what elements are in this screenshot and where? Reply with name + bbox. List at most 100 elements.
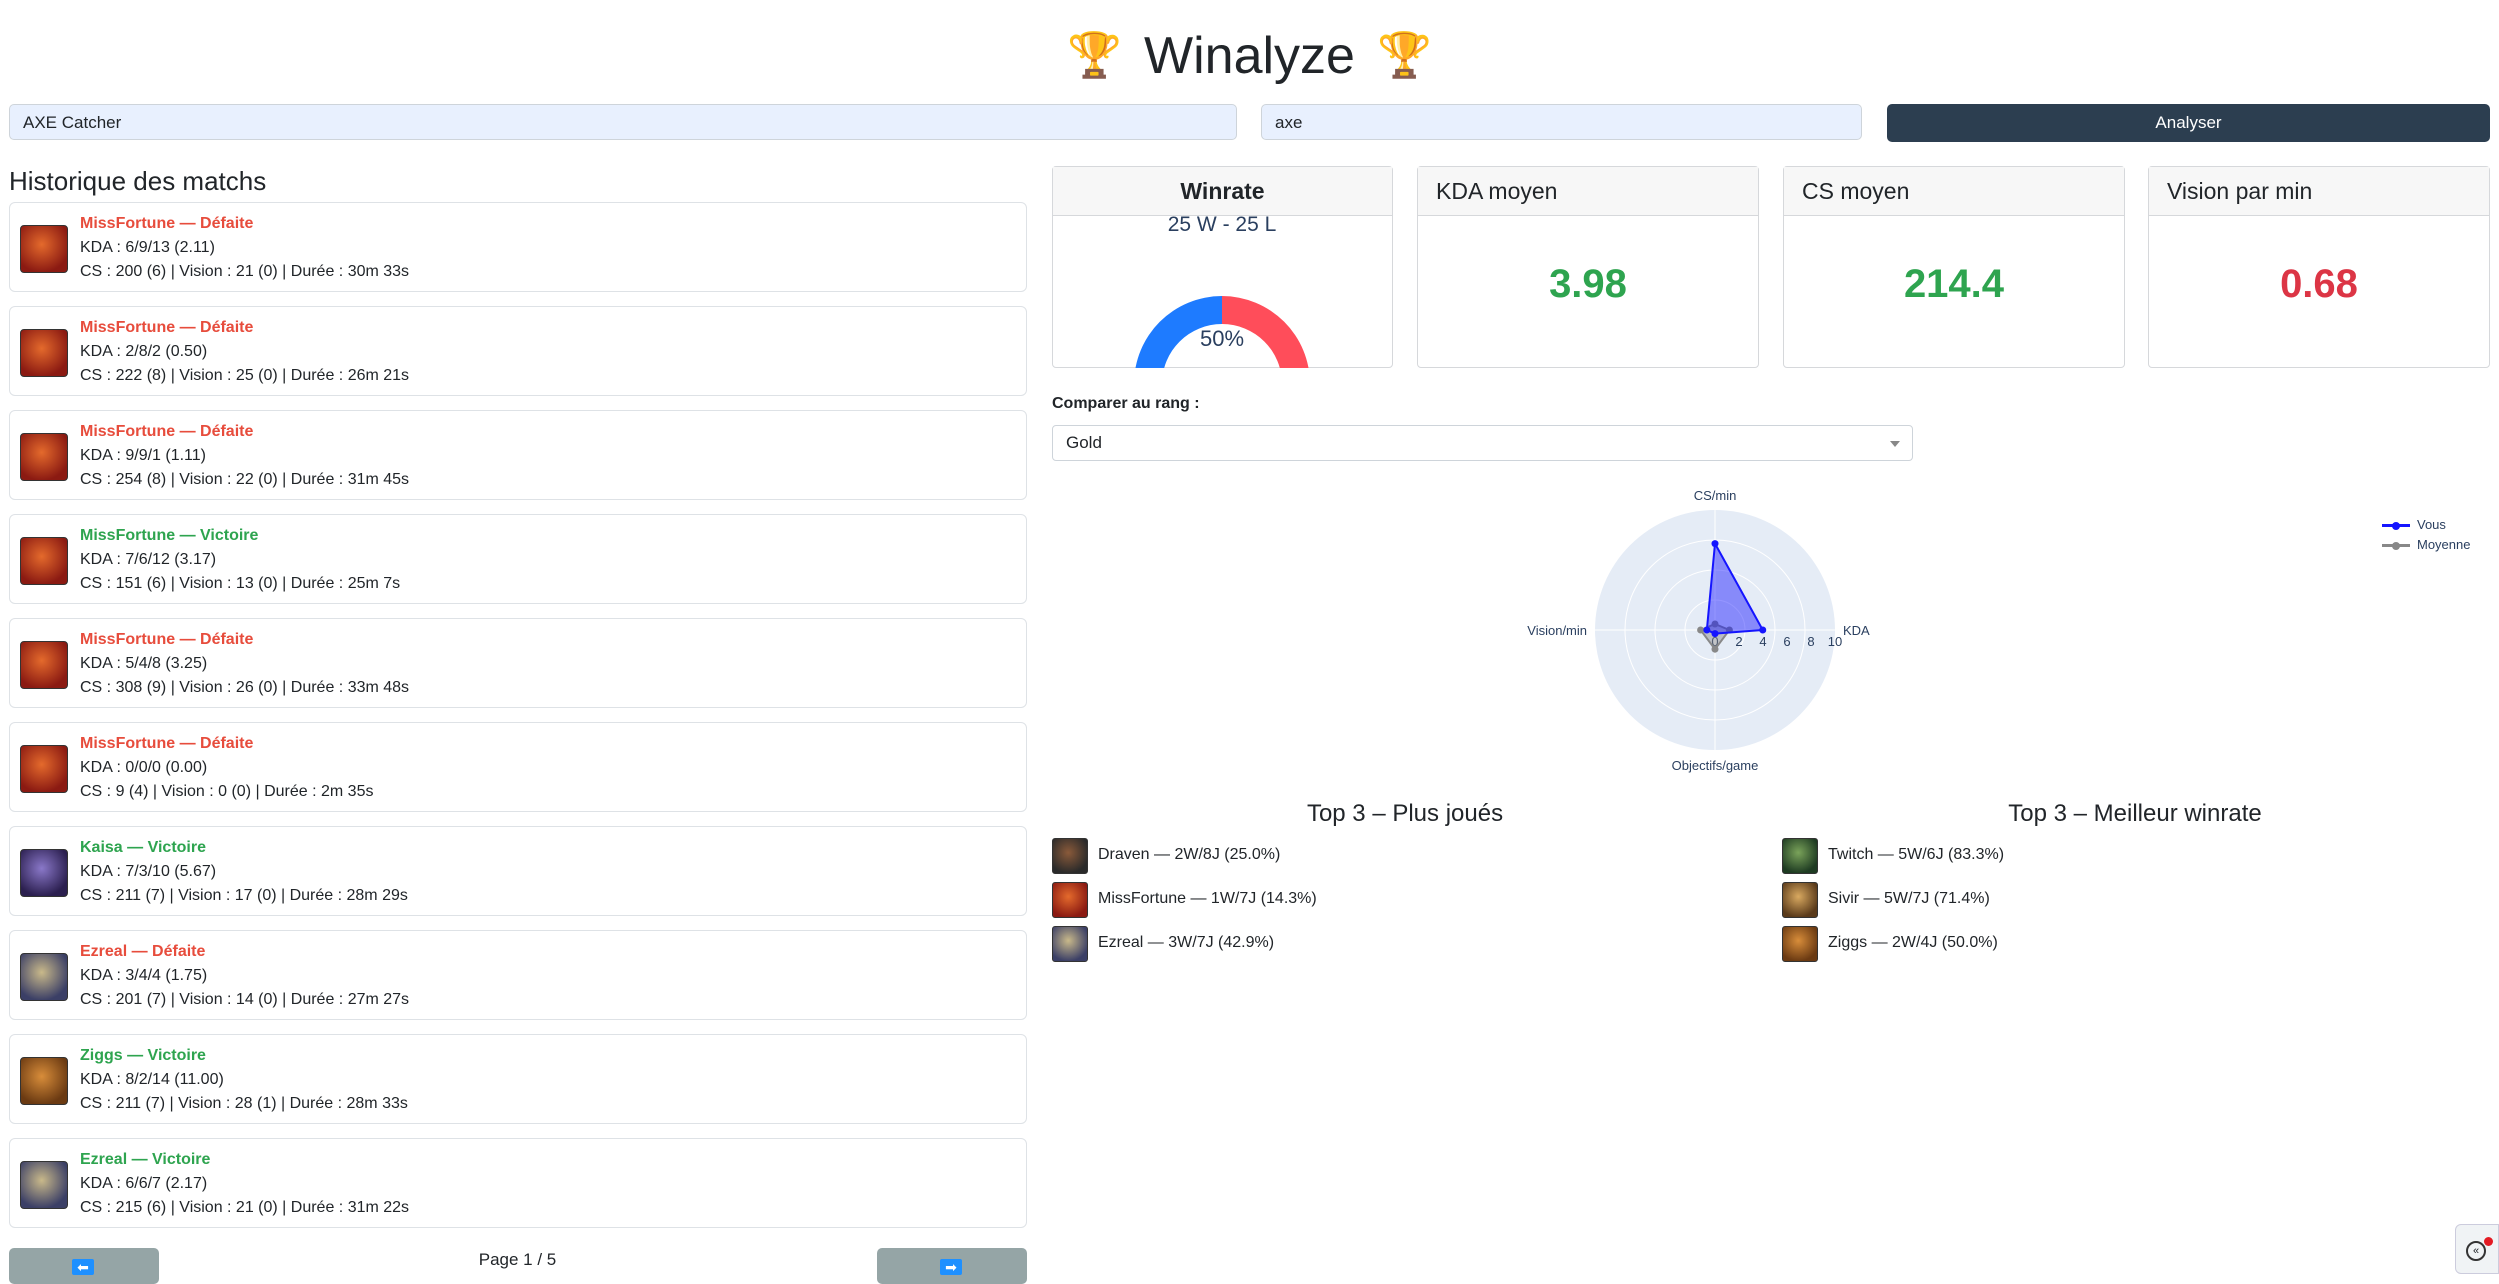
match-stats: CS : 201 (7) | Vision : 14 (0) | Durée :… xyxy=(80,991,410,1008)
arrow-left-icon: ⬅ xyxy=(72,1259,94,1275)
champion-avatar xyxy=(20,849,68,897)
match-kda: KDA : 6/6/7 (2.17) xyxy=(80,1175,208,1192)
winrate-percent: 50% xyxy=(1200,326,1244,351)
match-kda: KDA : 9/9/1 (1.11) xyxy=(80,447,206,464)
kda-card: KDA moyen 3.98 xyxy=(1417,166,1759,368)
match-stats: CS : 151 (6) | Vision : 13 (0) | Durée :… xyxy=(80,575,401,592)
champion-avatar xyxy=(1052,882,1088,918)
trophy-icon: 🏆 xyxy=(1067,31,1123,81)
radar-tick-label: 4 xyxy=(1759,634,1766,649)
legend-label-average[interactable]: Moyenne xyxy=(2417,537,2470,552)
chevron-down-icon xyxy=(1890,441,1900,447)
match-card[interactable]: Ziggs — Victoire KDA : 8/2/14 (11.00) CS :… xyxy=(9,1034,1027,1124)
side-panel-toggle[interactable]: « xyxy=(2455,1224,2499,1274)
match-kda: KDA : 8/2/14 (11.00) xyxy=(80,1071,224,1088)
match-stats: CS : 308 (9) | Vision : 26 (0) | Durée :… xyxy=(80,679,410,696)
radar-axis-label: CS/min xyxy=(1694,488,1737,503)
champion-avatar xyxy=(20,745,68,793)
match-result: Kaisa — Victoire xyxy=(80,839,206,856)
match-result: Ezreal — Défaite xyxy=(80,943,206,960)
match-kda: KDA : 2/8/2 (0.50) xyxy=(80,343,208,360)
rank-select-value: Gold xyxy=(1066,433,1102,452)
match-card[interactable]: MissFortune — Défaite KDA : 6/9/13 (2.11)… xyxy=(9,202,1027,292)
radar-chart: CS/minKDAObjectifs/gameVision/min0 2 4 6 8 10 xyxy=(1527,488,1870,773)
radar-tick-label: 6 xyxy=(1783,634,1790,649)
match-stats: CS : 215 (6) | Vision : 21 (0) | Durée :… xyxy=(80,1199,410,1216)
champion-avatar xyxy=(20,1057,68,1105)
match-stats: CS : 254 (8) | Vision : 22 (0) | Durée :… xyxy=(80,471,410,488)
arrow-right-icon: ➡ xyxy=(940,1259,962,1275)
cs-title: CS moyen xyxy=(1784,167,2124,216)
champion-avatar xyxy=(1782,882,1818,918)
champion-avatar xyxy=(1052,838,1088,874)
champion-avatar xyxy=(20,433,68,481)
top-item-text: Ezreal — 3W/7J (42.9%) xyxy=(1098,934,1275,951)
summoner-name-input[interactable]: AXE Catcher xyxy=(9,104,1237,140)
history-title: Historique des matchs xyxy=(9,166,267,196)
winrate-title: Winrate xyxy=(1053,167,1392,216)
vision-title: Vision par min xyxy=(2149,167,2489,216)
tag-input[interactable]: axe xyxy=(1261,104,1862,140)
match-stats: CS : 222 (8) | Vision : 25 (0) | Durée :… xyxy=(80,367,410,384)
match-kda: KDA : 7/3/10 (5.67) xyxy=(80,863,217,880)
radar-point xyxy=(1711,645,1719,653)
compare-label: Comparer au rang : xyxy=(1052,395,1200,412)
champion-avatar xyxy=(1782,926,1818,962)
match-card[interactable]: Kaisa — Victoire KDA : 7/3/10 (5.67) CS : … xyxy=(9,826,1027,916)
top-item-text: MissFortune — 1W/7J (14.3%) xyxy=(1098,890,1317,907)
radar-tick-label: 8 xyxy=(1807,634,1814,649)
match-card[interactable]: MissFortune — Défaite KDA : 9/9/1 (1.11) C… xyxy=(9,410,1027,500)
match-stats: CS : 200 (6) | Vision : 21 (0) | Durée :… xyxy=(80,263,410,280)
winrate-gauge: 25 W - 25 L 50% xyxy=(1135,216,1309,368)
cs-card: CS moyen 214.4 xyxy=(1783,166,2125,368)
page-indicator: Page 1 / 5 xyxy=(478,1250,557,1269)
match-card[interactable]: MissFortune — Victoire KDA : 7/6/12 (3.17… xyxy=(9,514,1027,604)
match-card[interactable]: Ezreal — Défaite KDA : 3/4/4 (1.75) CS : 2… xyxy=(9,930,1027,1020)
champion-avatar xyxy=(20,225,68,273)
match-card[interactable]: MissFortune — Défaite KDA : 0/0/0 (0.00) C… xyxy=(9,722,1027,812)
match-result: MissFortune — Défaite xyxy=(80,215,254,232)
top-item-text: Draven — 2W/8J (25.0%) xyxy=(1098,846,1281,863)
radar-point xyxy=(1703,626,1711,634)
match-result: Ezreal — Victoire xyxy=(80,1151,211,1168)
match-stats: CS : 9 (4) | Vision : 0 (0) | Durée : 2m… xyxy=(80,783,374,800)
champion-avatar xyxy=(1782,838,1818,874)
match-stats: CS : 211 (7) | Vision : 28 (1) | Durée :… xyxy=(80,1095,408,1112)
legend-marker-you xyxy=(2392,522,2400,530)
match-result: MissFortune — Défaite xyxy=(80,631,254,648)
notification-dot xyxy=(2484,1237,2493,1246)
champion-avatar xyxy=(20,953,68,1001)
radar-axis-label: KDA xyxy=(1843,623,1870,638)
match-kda: KDA : 0/0/0 (0.00) xyxy=(80,759,208,776)
champion-avatar xyxy=(20,537,68,585)
radar-point xyxy=(1711,540,1719,548)
analyze-button[interactable]: Analyser xyxy=(1887,104,2490,142)
radar-point xyxy=(1711,630,1719,638)
champion-avatar xyxy=(20,1161,68,1209)
legend-label-you[interactable]: Vous xyxy=(2417,517,2446,532)
vision-value: 0.68 xyxy=(2280,262,2358,306)
match-kda: KDA : 5/4/8 (3.25) xyxy=(80,655,208,672)
cs-value: 214.4 xyxy=(1903,262,2005,306)
champion-avatar xyxy=(1052,926,1088,962)
trophy-icon: 🏆 xyxy=(1376,31,1432,81)
match-kda: KDA : 3/4/4 (1.75) xyxy=(80,967,208,984)
match-result: Ziggs — Victoire xyxy=(80,1047,206,1064)
match-result: MissFortune — Défaite xyxy=(80,319,254,336)
match-card[interactable]: MissFortune — Défaite KDA : 5/4/8 (3.25) C… xyxy=(9,618,1027,708)
top-item-text: Ziggs — 2W/4J (50.0%) xyxy=(1828,934,1998,951)
match-kda: KDA : 7/6/12 (3.17) xyxy=(80,551,217,568)
winrate-card: Winrate 25 W - 25 L 50% xyxy=(1052,166,1393,368)
match-stats: CS : 211 (7) | Vision : 17 (0) | Durée :… xyxy=(80,887,408,904)
match-card[interactable]: Ezreal — Victoire KDA : 6/6/7 (2.17) CS : … xyxy=(9,1138,1027,1228)
radar-point xyxy=(1759,626,1767,634)
radar-tick-label: 10 xyxy=(1828,634,1842,649)
top-winrate-title: Top 3 – Meilleur winrate xyxy=(2008,800,2262,827)
radar-axis-label: Objectifs/game xyxy=(1672,758,1759,773)
rank-select[interactable]: Gold xyxy=(1052,425,1913,461)
top-item-text: Twitch — 5W/6J (83.3%) xyxy=(1828,846,2005,863)
match-card[interactable]: MissFortune — Défaite KDA : 2/8/2 (0.50) C… xyxy=(9,306,1027,396)
top-played-title: Top 3 – Plus joués xyxy=(1306,800,1504,827)
radar-tick-label: 2 xyxy=(1735,634,1742,649)
legend-marker-average xyxy=(2392,542,2400,550)
